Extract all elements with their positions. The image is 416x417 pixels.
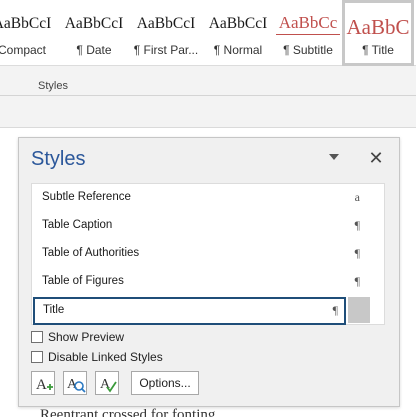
style-list: Subtle Reference a Table Caption ¶ Table… <box>31 183 385 325</box>
style-inspector-button[interactable]: A <box>63 371 87 395</box>
style-list-item[interactable]: Subtle Reference a <box>32 184 368 212</box>
style-sample: AaBbCc <box>276 12 340 35</box>
gallery-style-first-paragraph[interactable]: AaBbCcI ¶ First Par... <box>130 0 202 66</box>
paragraph-style-icon: ¶ <box>354 274 360 288</box>
style-list-item[interactable]: Table of Authorities ¶ <box>32 240 368 268</box>
show-preview-checkbox[interactable] <box>31 331 43 343</box>
style-list-item-selected[interactable]: Title ¶ <box>33 297 346 325</box>
style-list-item[interactable]: Table of Figures ¶ <box>32 268 368 296</box>
style-gallery: AaBbCcI Compact AaBbCcI ¶ Date AaBbCcI ¶… <box>0 0 416 66</box>
ribbon-group-label: Styles <box>38 80 68 92</box>
style-item-label: Subtle Reference <box>42 191 131 203</box>
options-button[interactable]: Options... <box>131 371 199 395</box>
style-name: Compact <box>0 43 47 57</box>
scrollbar-thumb[interactable] <box>348 297 370 323</box>
paragraph-style-icon: ¶ <box>354 246 360 260</box>
disable-linked-styles-checkbox[interactable] <box>31 351 43 363</box>
style-sample: AaBbCcI <box>0 15 52 32</box>
gallery-style-normal[interactable]: AaBbCcI ¶ Normal <box>202 0 274 66</box>
show-preview-label: Show Preview <box>48 330 125 344</box>
gallery-style-compact[interactable]: AaBbCcI Compact <box>0 0 58 66</box>
ribbon-lower-band <box>0 96 416 128</box>
style-sample: AaBbC <box>346 15 410 39</box>
paragraph-style-icon: ¶ <box>332 303 338 317</box>
style-name: ¶ Title <box>362 43 394 57</box>
style-item-label: Table of Figures <box>42 275 124 287</box>
style-item-label: Title <box>43 304 65 316</box>
style-name: ¶ Subtitle <box>283 43 333 57</box>
style-item-label: Table of Authorities <box>42 247 140 259</box>
paragraph-style-icon: ¶ <box>354 218 360 232</box>
pane-title: Styles <box>31 148 86 170</box>
style-name: ¶ Normal <box>213 43 263 57</box>
close-icon[interactable]: ✕ <box>367 149 385 167</box>
gallery-style-date[interactable]: AaBbCcI ¶ Date <box>58 0 130 66</box>
styles-pane: Styles ✕ Subtle Reference a Table Captio… <box>18 137 400 407</box>
style-list-item[interactable]: Table Caption ¶ <box>32 212 368 240</box>
manage-styles-icon: A <box>100 377 117 393</box>
style-name: ¶ First Par... <box>133 43 199 57</box>
manage-styles-button[interactable]: A <box>95 371 119 395</box>
pane-options-dropdown-icon[interactable] <box>329 154 339 160</box>
style-sample: AaBbCcI <box>208 15 268 32</box>
style-item-label: Table Caption <box>42 219 113 231</box>
document-body-text: Reentrant crossed for fonting <box>40 407 216 417</box>
disable-linked-styles-label: Disable Linked Styles <box>48 350 163 364</box>
character-style-icon: a <box>354 190 360 204</box>
style-inspector-icon: A <box>67 377 86 393</box>
new-style-icon: A <box>36 377 53 393</box>
style-sample: AaBbCcI <box>64 15 124 32</box>
svg-text:A: A <box>36 377 47 393</box>
new-style-button[interactable]: A <box>31 371 55 395</box>
gallery-style-subtitle[interactable]: AaBbCc ¶ Subtitle <box>272 0 344 66</box>
style-sample: AaBbCcI <box>136 15 196 32</box>
style-name: ¶ Date <box>76 43 112 57</box>
ribbon: AaBbCcI Compact AaBbCcI ¶ Date AaBbCcI ¶… <box>0 0 416 96</box>
gallery-style-title[interactable]: AaBbC ¶ Title <box>342 0 414 66</box>
